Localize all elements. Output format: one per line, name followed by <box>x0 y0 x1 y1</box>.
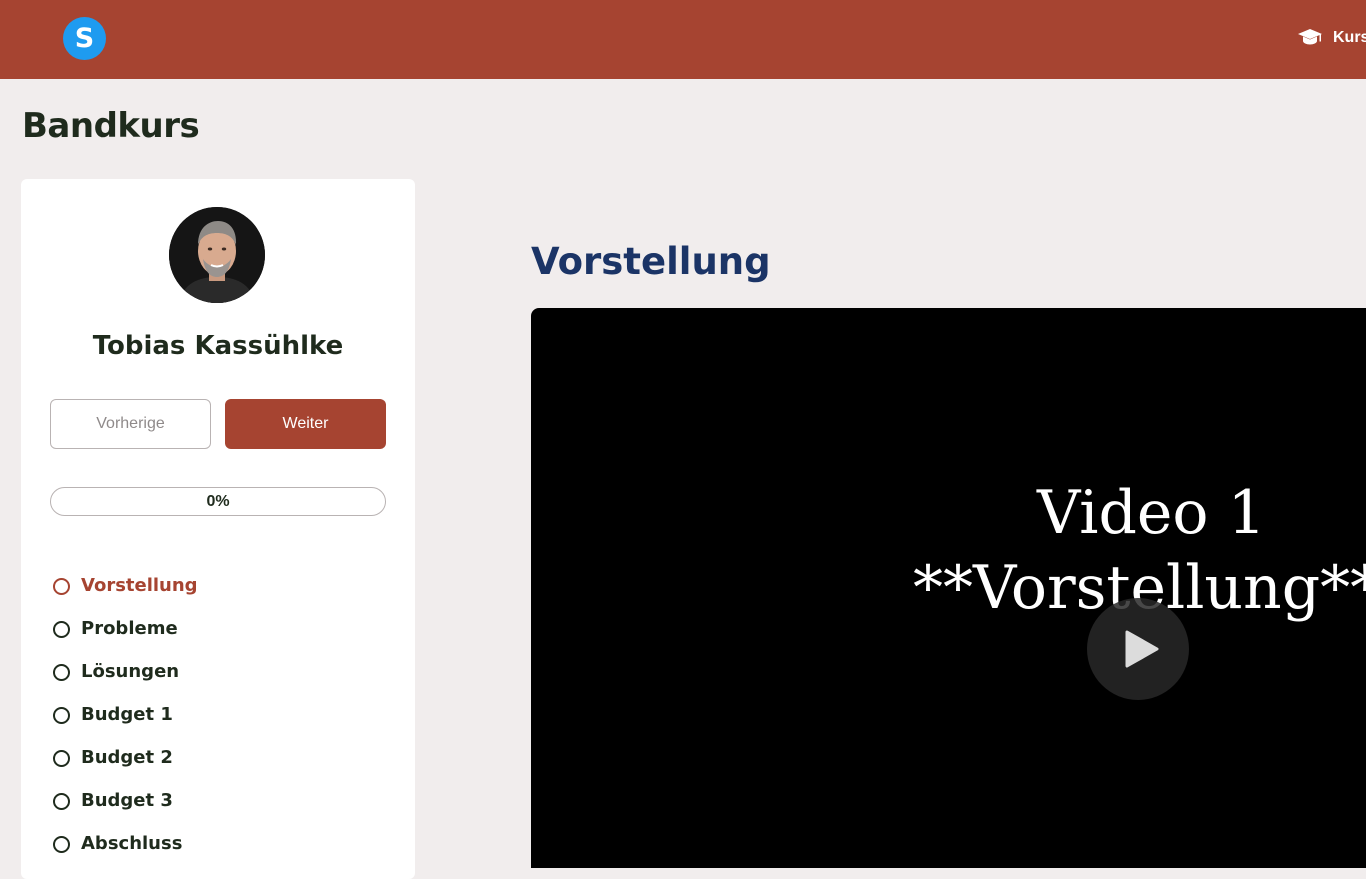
lesson-status-circle-icon <box>53 793 70 810</box>
lesson-label: Lösungen <box>81 661 180 682</box>
previous-button[interactable]: Vorherige <box>50 399 211 449</box>
progress-text: 0% <box>206 492 230 510</box>
lesson-label: Vorstellung <box>81 575 198 596</box>
lesson-status-circle-icon <box>53 750 70 767</box>
courses-nav-link[interactable]: Kurs <box>1297 26 1366 50</box>
next-button[interactable]: Weiter <box>225 399 386 449</box>
graduation-cap-icon <box>1298 29 1322 45</box>
instructor-avatar <box>169 207 265 303</box>
lesson-status-circle-icon <box>53 664 70 681</box>
lesson-list: Vorstellung Probleme Lösungen Budget 1 B… <box>53 575 198 876</box>
lesson-label: Abschluss <box>81 833 183 854</box>
instructor-name: Tobias Kassühlke <box>92 331 344 361</box>
course-title: Bandkurs <box>22 106 200 146</box>
lesson-status-circle-icon <box>53 578 70 595</box>
video-title-line: Video 1 <box>1037 478 1266 548</box>
lesson-status-circle-icon <box>53 836 70 853</box>
lesson-status-circle-icon <box>53 707 70 724</box>
lesson-item[interactable]: Lösungen <box>53 661 198 704</box>
lesson-item[interactable]: Probleme <box>53 618 198 661</box>
top-bar: S Kurs <box>0 0 1366 79</box>
play-button[interactable] <box>1087 598 1189 700</box>
lesson-title: Vorstellung <box>531 240 771 283</box>
lesson-label: Budget 2 <box>81 747 173 768</box>
lesson-status-circle-icon <box>53 621 70 638</box>
app-logo[interactable]: S <box>63 17 106 60</box>
course-sidebar: Tobias Kassühlke Vorherige Weiter 0% Vor… <box>21 179 415 879</box>
play-icon <box>1125 630 1159 668</box>
lesson-item[interactable]: Budget 1 <box>53 704 198 747</box>
lesson-item[interactable]: Abschluss <box>53 833 198 876</box>
lesson-label: Budget 1 <box>81 704 173 725</box>
course-progress-bar: 0% <box>50 487 386 516</box>
lesson-item[interactable]: Budget 3 <box>53 790 198 833</box>
lesson-label: Budget 3 <box>81 790 173 811</box>
courses-nav-label: Kurs <box>1333 29 1366 46</box>
video-player[interactable]: Video 1 **Vorstellung** <box>531 308 1366 868</box>
lesson-label: Probleme <box>81 618 178 639</box>
lesson-item[interactable]: Budget 2 <box>53 747 198 790</box>
lesson-item[interactable]: Vorstellung <box>53 575 198 618</box>
